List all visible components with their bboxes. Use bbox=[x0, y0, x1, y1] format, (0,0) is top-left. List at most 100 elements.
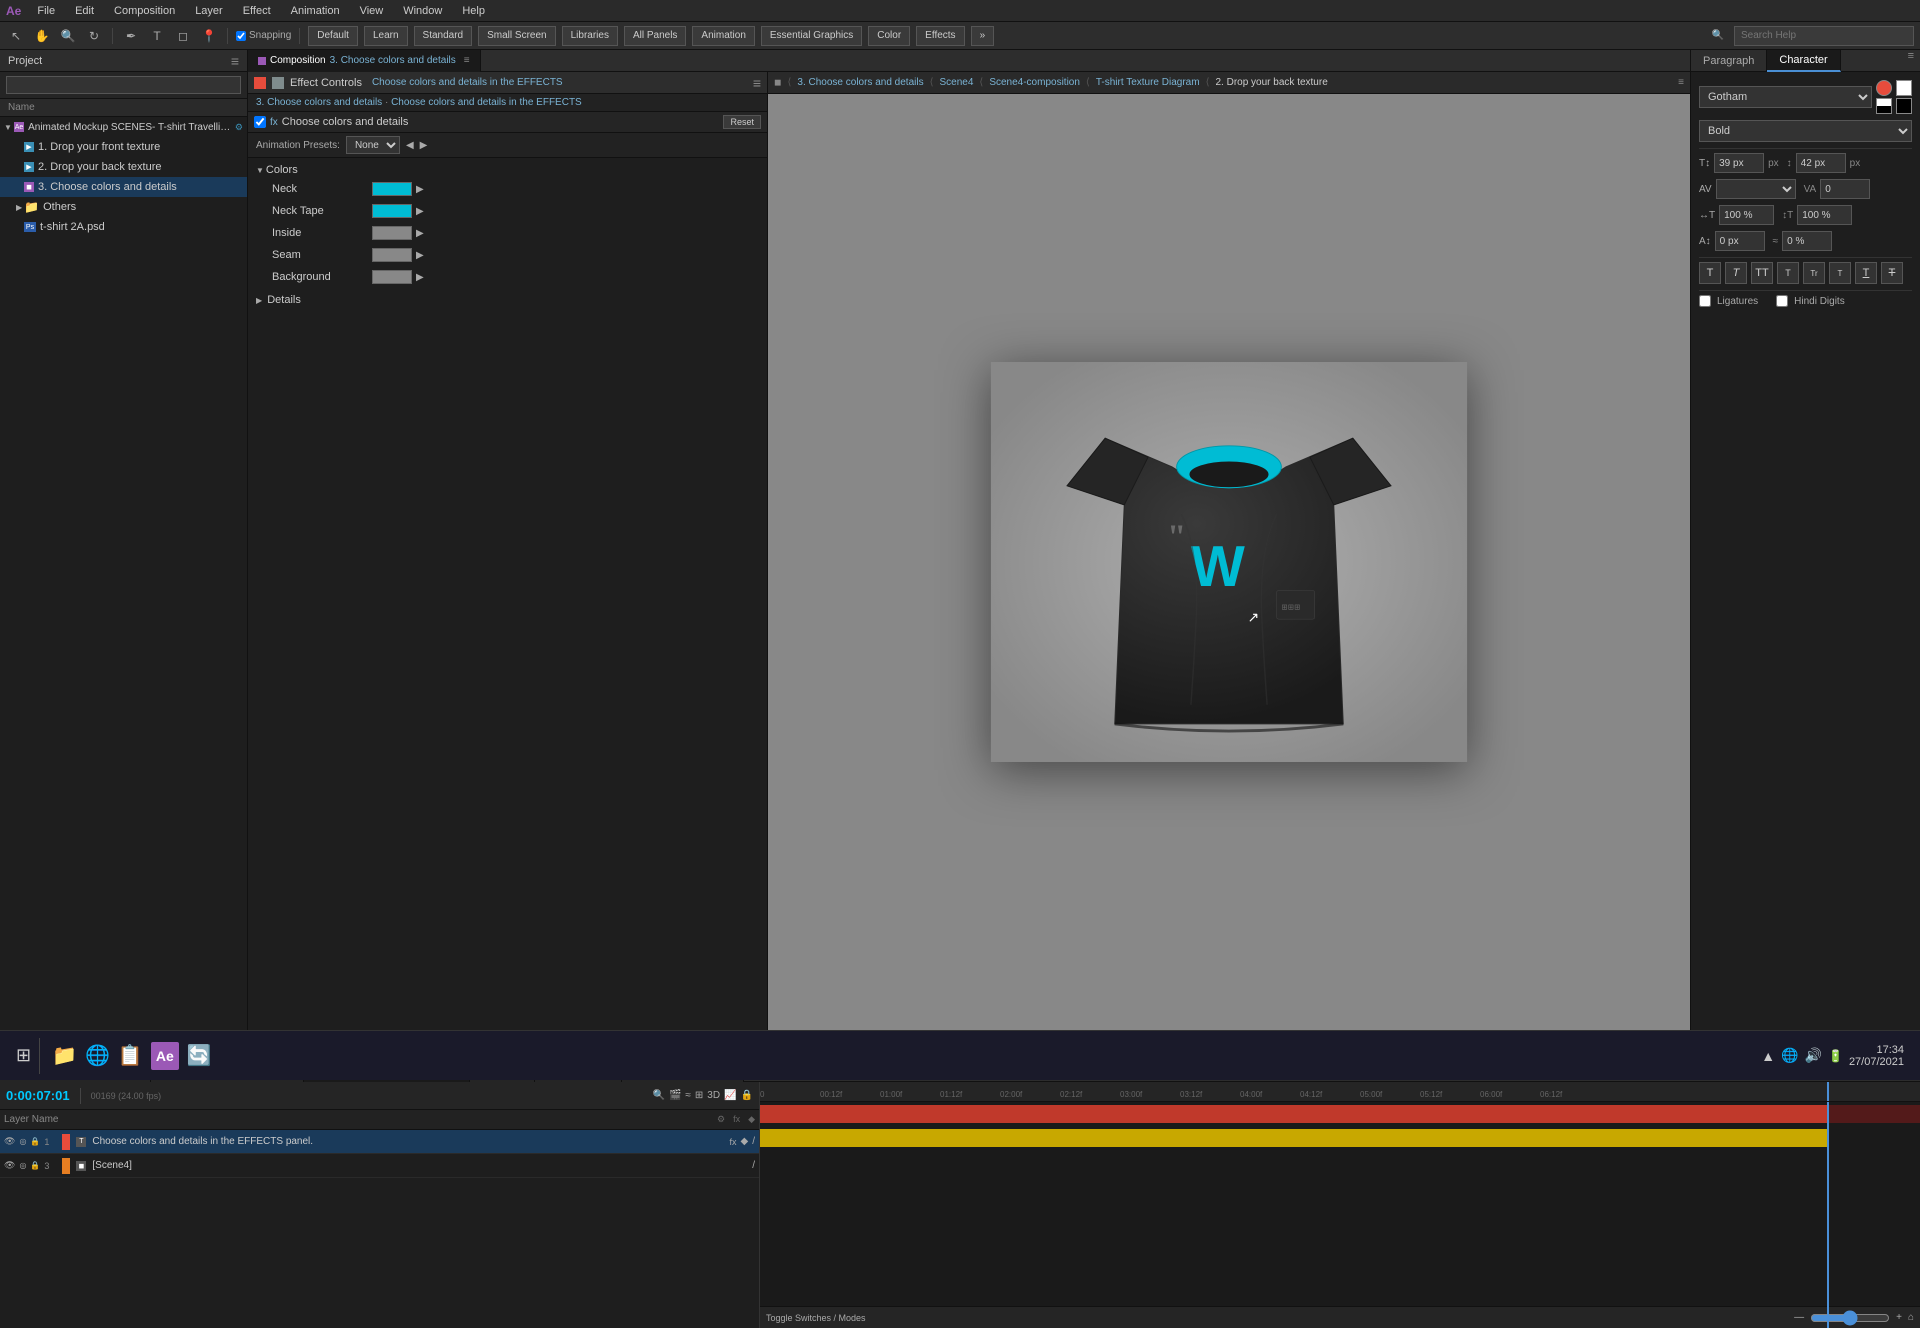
style-super-btn[interactable]: Tr bbox=[1803, 262, 1825, 284]
right-panel-menu-icon[interactable]: ≡ bbox=[1902, 50, 1920, 71]
style-underline-btn[interactable]: T bbox=[1855, 262, 1877, 284]
taskbar-browser-icon[interactable]: 🌐 bbox=[85, 1043, 110, 1068]
effect-panel-menu-icon[interactable]: ≡ bbox=[753, 75, 761, 91]
tl-3d-btn[interactable]: 3D bbox=[707, 1090, 720, 1101]
style-allcaps-btn[interactable]: TT bbox=[1751, 262, 1773, 284]
workspace-allpanels[interactable]: All Panels bbox=[624, 26, 686, 46]
style-bold-btn[interactable]: T bbox=[1699, 262, 1721, 284]
style-italic-btn[interactable]: T bbox=[1725, 262, 1747, 284]
leading-input[interactable] bbox=[1796, 153, 1846, 173]
layer-solo-1[interactable]: ◎ bbox=[19, 1137, 26, 1146]
project-item-4[interactable]: ▶ 📁 Others bbox=[0, 197, 247, 217]
toggle-switches-btn[interactable]: Toggle Switches / Modes bbox=[766, 1313, 866, 1323]
fill-color-swatch[interactable] bbox=[1876, 80, 1892, 96]
viewport-menu-icon[interactable]: ≡ bbox=[1678, 77, 1684, 88]
anim-presets-select[interactable]: None bbox=[346, 136, 400, 154]
details-section[interactable]: ▶ Details bbox=[248, 292, 767, 308]
ligatures-checkbox[interactable] bbox=[1699, 295, 1711, 307]
style-sub-btn[interactable]: T bbox=[1829, 262, 1851, 284]
project-menu-icon[interactable]: ≡ bbox=[231, 53, 239, 69]
tsume-input[interactable] bbox=[1782, 231, 1832, 251]
hindi-digits-checkbox[interactable] bbox=[1776, 295, 1788, 307]
layer-lock-1[interactable]: 🔒 bbox=[30, 1137, 40, 1146]
project-item-5[interactable]: Ps t-shirt 2A.psd bbox=[0, 217, 247, 237]
nav-item-4[interactable]: 2. Drop your back texture bbox=[1215, 77, 1327, 88]
comp-tab-active[interactable]: Composition 3. Choose colors and details… bbox=[248, 50, 481, 72]
character-tab[interactable]: Character bbox=[1767, 50, 1840, 72]
workspace-libraries[interactable]: Libraries bbox=[562, 26, 618, 46]
project-item-2[interactable]: ▶ 2. Drop your back texture bbox=[0, 157, 247, 177]
color-swatch-background[interactable] bbox=[372, 270, 412, 284]
workspace-smallscreen[interactable]: Small Screen bbox=[478, 26, 555, 46]
color-arrow-background[interactable]: ▶ bbox=[416, 272, 424, 283]
menu-animation[interactable]: Animation bbox=[287, 3, 344, 19]
tool-pen[interactable]: ✒ bbox=[121, 26, 141, 46]
menu-file[interactable]: File bbox=[33, 3, 59, 19]
tl-motion-blur-btn[interactable]: ≈ bbox=[685, 1090, 691, 1101]
tool-zoom[interactable]: 🔍 bbox=[58, 26, 78, 46]
tl-framemix-btn[interactable]: ⊞ bbox=[695, 1090, 703, 1101]
menu-window[interactable]: Window bbox=[399, 3, 446, 19]
tl-zoom-in-btn[interactable]: + bbox=[1896, 1312, 1902, 1323]
timeline-ruler-area[interactable]: 0 00:12f 01:00f 01:12f 02:00f 02:12f 03:… bbox=[760, 1082, 1920, 1328]
menu-composition[interactable]: Composition bbox=[110, 3, 179, 19]
font-size-input[interactable] bbox=[1714, 153, 1764, 173]
tl-lock-btn[interactable]: 🔒 bbox=[741, 1090, 753, 1101]
scale-v-input[interactable] bbox=[1797, 205, 1852, 225]
workspace-essentialgraphics[interactable]: Essential Graphics bbox=[761, 26, 862, 46]
workspace-more[interactable]: » bbox=[971, 26, 995, 46]
taskbar-creative-icon[interactable]: 🔄 bbox=[187, 1043, 212, 1068]
color-swatch-seam[interactable] bbox=[372, 248, 412, 262]
fill-black-swatch[interactable] bbox=[1896, 98, 1912, 114]
tl-search-btn[interactable]: 🔍 bbox=[653, 1090, 665, 1101]
layer-solo-2[interactable]: ◎ bbox=[19, 1161, 26, 1170]
layer-vis-2[interactable]: 👁 bbox=[4, 1160, 15, 1171]
color-arrow-seam[interactable]: ▶ bbox=[416, 250, 424, 261]
menu-layer[interactable]: Layer bbox=[191, 3, 227, 19]
tool-move[interactable]: ✋ bbox=[32, 26, 52, 46]
tl-draft-btn[interactable]: 🎬 bbox=[669, 1090, 681, 1101]
workspace-standard[interactable]: Standard bbox=[414, 26, 473, 46]
scale-h-input[interactable] bbox=[1719, 205, 1774, 225]
tray-updown-icon[interactable]: ▲ bbox=[1761, 1048, 1775, 1064]
tool-select[interactable]: ↖ bbox=[6, 26, 26, 46]
font-family-select[interactable]: Gotham bbox=[1699, 86, 1872, 108]
layer-keys-1[interactable]: ◆ bbox=[741, 1136, 749, 1147]
color-swatch-inside[interactable] bbox=[372, 226, 412, 240]
tl-zoom-out-btn[interactable]: — bbox=[1794, 1312, 1804, 1323]
tl-layer-1[interactable]: 👁 ◎ 🔒 1 T Choose colors and details in t… bbox=[0, 1130, 759, 1154]
timeline-timecode[interactable]: 0:00:07:01 bbox=[6, 1088, 70, 1103]
project-item-0[interactable]: ▼ Ae Animated Mockup SCENES- T-shirt Tra… bbox=[0, 117, 247, 137]
nav-item-0[interactable]: 3. Choose colors and details bbox=[797, 77, 923, 88]
tool-rotate[interactable]: ↻ bbox=[84, 26, 104, 46]
layer-color-1[interactable] bbox=[62, 1134, 70, 1150]
stroke-white-swatch[interactable] bbox=[1896, 80, 1912, 96]
layer-fx-btn-1[interactable]: fx bbox=[730, 1137, 737, 1147]
snapping-checkbox[interactable] bbox=[236, 31, 246, 41]
layer-color-2[interactable] bbox=[62, 1158, 70, 1174]
style-smallcaps-btn[interactable]: T bbox=[1777, 262, 1799, 284]
layer-bar-1[interactable] bbox=[760, 1105, 1827, 1123]
style-strikeout-btn[interactable]: T bbox=[1881, 262, 1903, 284]
colors-section-header[interactable]: ▼ Colors bbox=[248, 162, 767, 178]
effect-reset-btn[interactable]: Reset bbox=[723, 115, 761, 129]
menu-view[interactable]: View bbox=[356, 3, 388, 19]
color-swatch-neck[interactable] bbox=[372, 182, 412, 196]
kerning-select[interactable] bbox=[1716, 179, 1796, 199]
layer-lock-2[interactable]: 🔒 bbox=[30, 1161, 40, 1170]
nav-item-3[interactable]: T-shirt Texture Diagram bbox=[1096, 77, 1200, 88]
project-item-3[interactable]: ◼ 3. Choose colors and details bbox=[0, 177, 247, 197]
layer-bar-2[interactable] bbox=[760, 1129, 1827, 1147]
taskbar-ae-icon[interactable]: Ae bbox=[151, 1042, 179, 1070]
search-input[interactable] bbox=[1734, 26, 1914, 46]
project-item-1[interactable]: ▶ 1. Drop your front texture bbox=[0, 137, 247, 157]
tool-text[interactable]: T bbox=[147, 26, 167, 46]
color-arrow-neck[interactable]: ▶ bbox=[416, 184, 424, 195]
workspace-animation[interactable]: Animation bbox=[692, 26, 754, 46]
workspace-learn[interactable]: Learn bbox=[364, 26, 408, 46]
tl-zoom-slider[interactable] bbox=[1810, 1310, 1890, 1326]
stroke-color-swatch[interactable] bbox=[1876, 98, 1892, 114]
project-search-input[interactable] bbox=[6, 76, 241, 94]
menu-effect[interactable]: Effect bbox=[239, 3, 275, 19]
workspace-default[interactable]: Default bbox=[308, 26, 358, 46]
